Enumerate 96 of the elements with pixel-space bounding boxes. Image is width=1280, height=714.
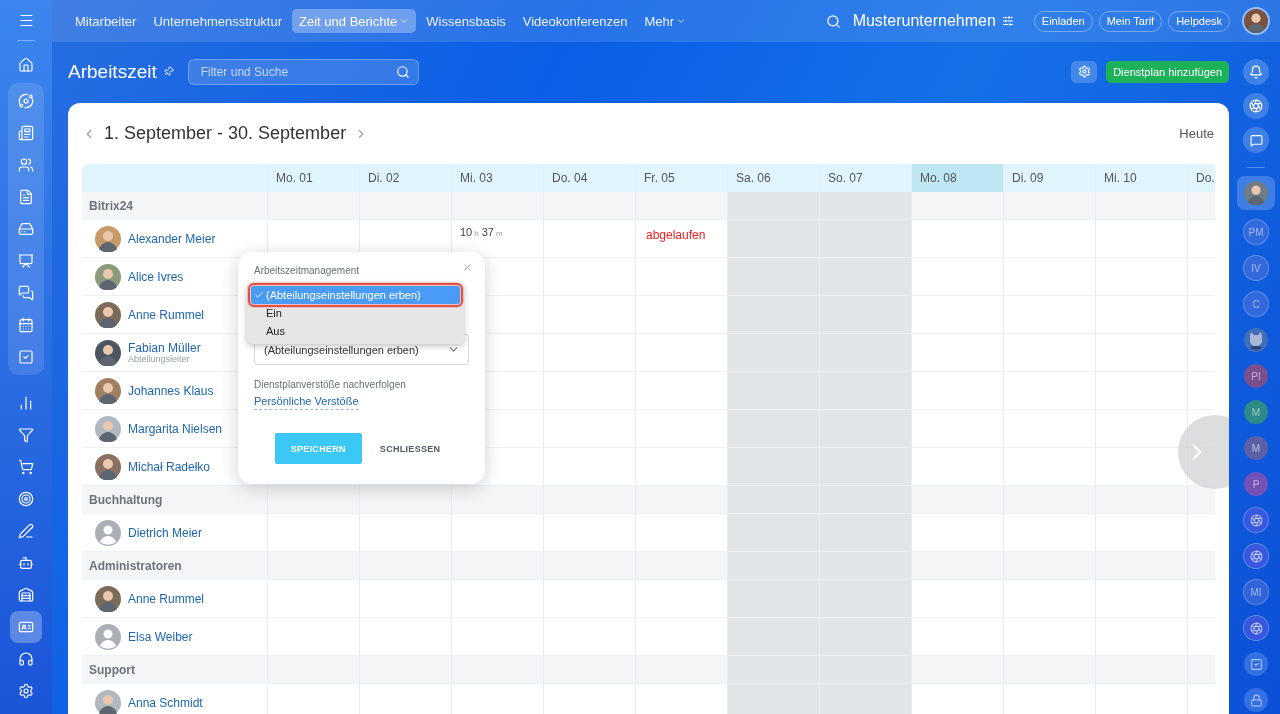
bell-icon[interactable] [1243,59,1269,85]
employee-name[interactable]: Elsa Weiber [128,629,193,644]
employee-name[interactable]: Johannes Klaus [128,383,214,398]
contact-button[interactable] [1237,176,1275,210]
page-title: Arbeitszeit [68,60,157,83]
close-button[interactable]: SCHLIESSEN [371,433,449,464]
nav-tab[interactable]: Mitarbeiter [68,9,144,33]
employee-name[interactable]: Dietrich Meier [128,525,202,540]
day-header: Mo. 01 [267,164,359,192]
nav-tab[interactable]: Wissensbasis [419,9,513,33]
employee-role: Abteilungsleiter [128,355,191,364]
close-icon[interactable] [462,262,473,273]
avatar [95,415,121,442]
initials-avatar: PI [1244,364,1268,388]
contact-button[interactable]: PI [1237,362,1275,390]
user-avatar[interactable] [1242,7,1270,35]
group-name: Bitrix24 [82,192,267,220]
avatar [95,339,121,366]
settings-icon [1077,65,1091,78]
group-name: Administratoren [82,552,267,580]
nav-tab[interactable]: Zeit und Berichte [292,9,417,33]
spiral-avatar [1244,508,1268,532]
spiral-icon[interactable] [1243,93,1269,119]
avatar [95,585,121,612]
employee-name[interactable]: Anne Rummel [128,307,205,322]
settings-button[interactable] [1071,60,1098,83]
cat-avatar [1244,328,1268,352]
id-card-icon[interactable] [10,611,42,643]
initials-avatar: IV [1244,256,1268,280]
contact-button[interactable]: P [1237,470,1275,498]
add-schedule-button[interactable]: Dienstplan hinzufügen [1106,60,1229,83]
initials-avatar: P [1244,472,1268,496]
avatar [95,453,121,480]
day-cell [1187,192,1215,220]
avatar [95,377,121,404]
initials-avatar: MI [1244,580,1268,604]
initials-avatar: PM [1244,220,1268,244]
initials-avatar: M [1244,436,1268,460]
contact-button[interactable]: M [1237,398,1275,426]
check-icon [254,290,264,300]
group-name: Buchhaltung [82,486,267,514]
employee-name[interactable]: Margarita Nielsen [128,421,223,436]
avatar [95,623,121,650]
employee-name[interactable]: Anna Schmidt [128,695,203,710]
day-header: Do. 04 [543,164,635,192]
day-header: Mo. 08 [911,164,1003,192]
day-header: Mi. 03 [451,164,543,192]
avatar [1244,9,1268,33]
field-label: Arbeitszeitmanagement [254,265,361,276]
avatar [95,225,121,252]
company-name[interactable]: Musterunternehmen [852,12,996,30]
select-value: (Abteilungseinstellungen erben) [264,343,419,356]
worked-time: 10 h 37 m [460,226,504,238]
employee-name[interactable]: Alexander Meier [128,231,216,246]
day-header: Fr. 05 [635,164,727,192]
sliders-icon[interactable] [1001,15,1014,27]
expired-status: abgelaufen [646,228,706,242]
search-icon[interactable] [395,64,410,79]
today-button[interactable]: Heute [1179,126,1214,141]
dropdown-option[interactable]: (Abteilungseinstellungen erben) [251,286,460,304]
day-header: Do. [1187,164,1215,192]
day-header: Sa. 06 [727,164,819,192]
chat-icon[interactable] [1243,127,1269,153]
initials-avatar: M [1244,400,1268,424]
contact-button[interactable]: MI [1237,578,1275,606]
search-icon[interactable] [825,13,841,29]
dropdown-option[interactable]: Ein [251,304,460,322]
nav-tab[interactable]: Unternehmensstruktur [146,9,290,33]
employee-name[interactable]: Fabian Müller [128,341,201,355]
initials-avatar: C [1244,292,1268,316]
avatar [1244,181,1268,205]
tasks-avatar [1244,652,1268,676]
date-range: 1. September - 30. September [104,123,347,144]
nav-tab[interactable]: Videokonferenzen [515,9,635,33]
employee-name[interactable]: Anne Rummel [128,591,205,606]
day-header: Di. 02 [359,164,451,192]
avatar [95,263,121,290]
spiral-avatar [1244,616,1268,640]
field-label: Dienstplanverstöße nachverfolgen [254,379,407,390]
employee-name[interactable]: Alice Ivres [128,269,184,284]
nav-tab[interactable]: Mehr [637,9,693,33]
day-header: So. 07 [819,164,911,192]
contact-button[interactable]: C [1237,290,1275,318]
contact-button[interactable]: IV [1237,254,1275,282]
day-header: Mi. 10 [1095,164,1187,192]
violations-link[interactable]: Persönliche Verstöße [254,395,359,410]
spiral-avatar [1244,544,1268,568]
contact-button[interactable]: PM [1237,218,1275,246]
contact-button[interactable]: M [1237,434,1275,462]
avatar [95,689,121,714]
avatar [95,301,121,328]
lock-avatar [1244,688,1268,712]
day-header: Di. 09 [1003,164,1095,192]
avatar [95,519,121,546]
employee-name[interactable]: Michał Radełko [128,459,211,474]
group-name: Support [82,656,267,684]
